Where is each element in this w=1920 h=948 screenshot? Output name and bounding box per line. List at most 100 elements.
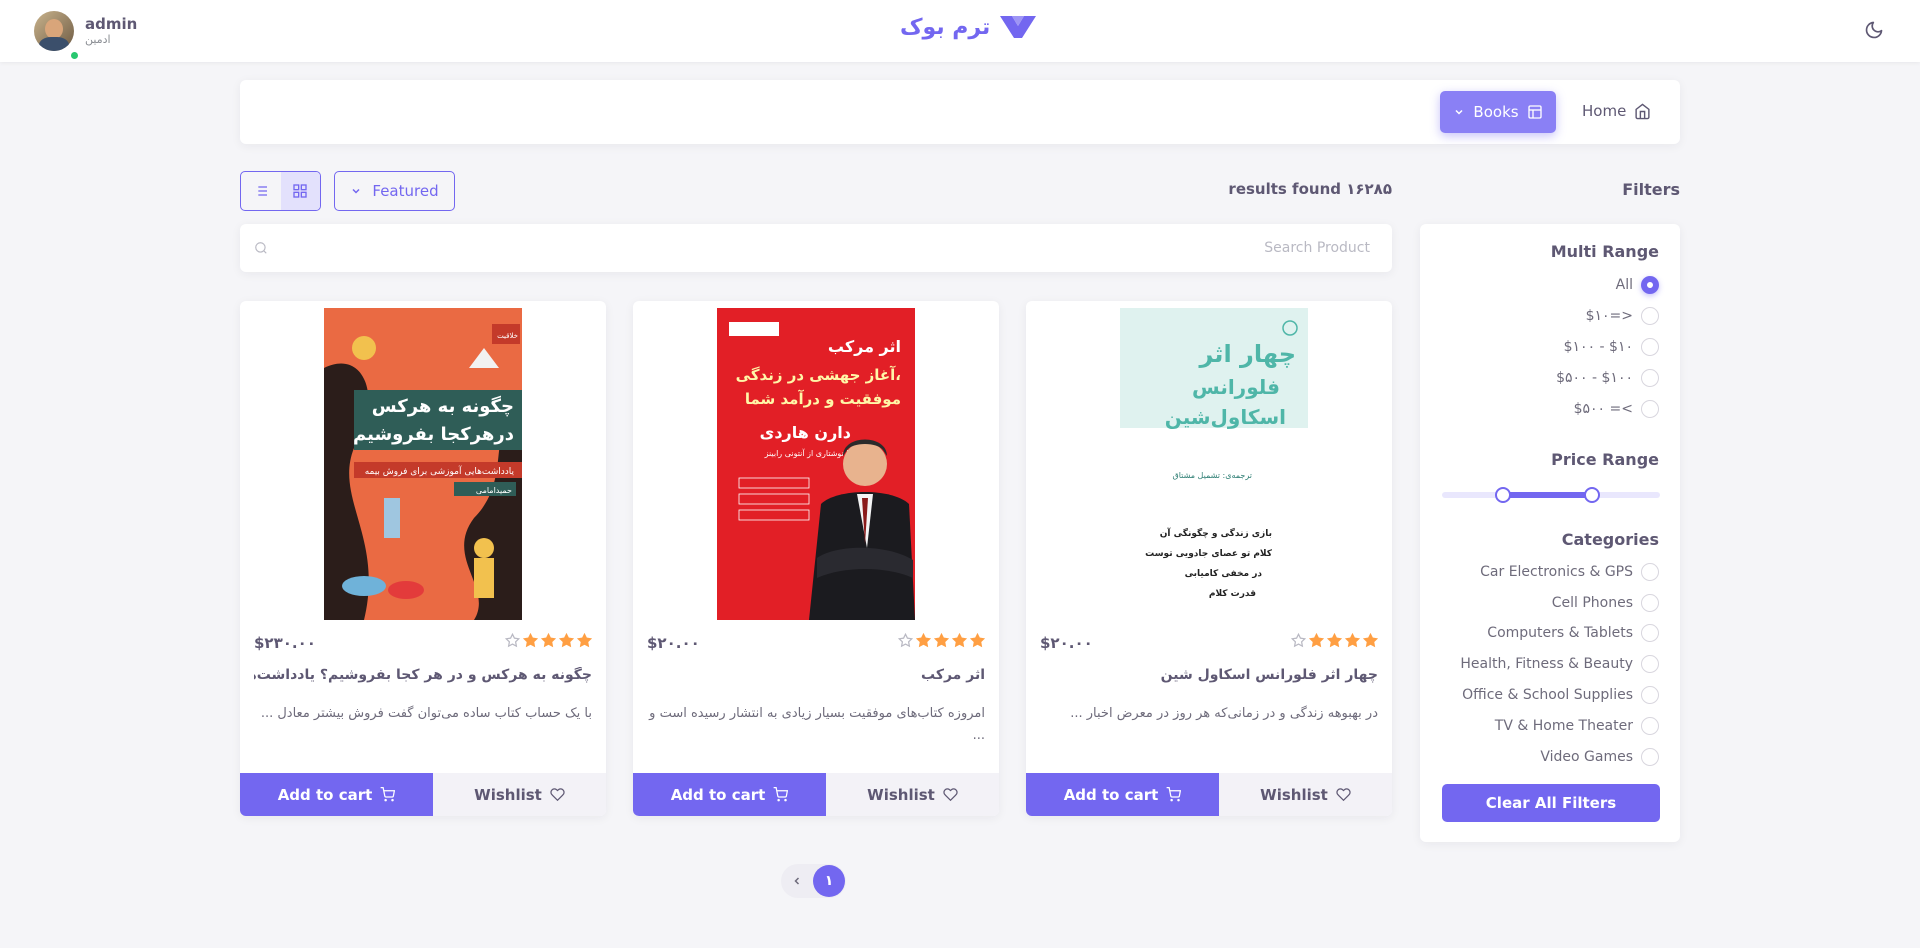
radio[interactable]: [1641, 624, 1659, 642]
category-option[interactable]: TV & Home Theater: [1495, 717, 1659, 735]
breadcrumb-books-label: Books: [1473, 103, 1519, 121]
brand-logo[interactable]: ترم بوک: [900, 14, 1037, 40]
user-menu[interactable]: admin ادمین: [34, 11, 137, 61]
wishlist-label: Wishlist: [1260, 785, 1328, 804]
search-input[interactable]: [280, 224, 1370, 272]
heart-icon: [943, 788, 958, 802]
category-option[interactable]: Health, Fitness & Beauty: [1460, 655, 1659, 673]
results-count: results found ۱۶۲۸۵: [1228, 180, 1392, 198]
wishlist-button[interactable]: Wishlist: [1219, 773, 1392, 816]
product-image[interactable]: اثر مرکب آغاز جهشی در زندگی، موفقیت و در…: [717, 308, 915, 620]
search-bar: [240, 224, 1392, 272]
multi-range-option-all[interactable]: All: [1616, 276, 1659, 294]
add-to-cart-button[interactable]: Add to cart: [240, 773, 433, 816]
star-icon: [1291, 633, 1306, 648]
book-cover-compound-effect: اثر مرکب آغاز جهشی در زندگی، موفقیت و در…: [717, 308, 915, 620]
price-range-fill: [1503, 492, 1593, 498]
category-option[interactable]: Computers & Tablets: [1487, 624, 1659, 642]
category-option[interactable]: Video Games: [1540, 748, 1659, 766]
price-range-max-handle[interactable]: [1584, 487, 1601, 503]
cart-icon: [380, 787, 396, 802]
sort-dropdown[interactable]: Featured: [334, 171, 455, 211]
radio[interactable]: [1641, 400, 1659, 418]
breadcrumb-home-link[interactable]: Home: [1582, 102, 1651, 120]
multi-range-option[interactable]: $۱۰=>: [1586, 307, 1659, 325]
radio[interactable]: [1641, 369, 1659, 387]
chevron-left-icon: [794, 877, 800, 885]
add-to-cart-label: Add to cart: [277, 785, 373, 804]
price-range-slider[interactable]: [1442, 487, 1660, 503]
grid-view-button[interactable]: [280, 172, 320, 210]
category-option[interactable]: Car Electronics & GPS: [1480, 563, 1659, 581]
product-image[interactable]: چهار اثر فلورانس اسکاول‌شین ترجمه‌ی: تشم…: [1110, 308, 1308, 620]
category-option[interactable]: Office & School Supplies: [1462, 686, 1659, 704]
category-label: Car Electronics & GPS: [1480, 564, 1633, 580]
list-view-button[interactable]: [241, 172, 281, 210]
avatar[interactable]: [34, 11, 74, 51]
heart-icon: [1336, 788, 1351, 802]
card-actions: Add to cart Wishlist: [633, 773, 999, 816]
product-image[interactable]: چگونه به هرکس درهرکجا بفروشیم یادداشت‌ها…: [324, 308, 522, 620]
product-price: $۲۳۰.۰۰: [254, 634, 316, 652]
heart-icon: [550, 788, 565, 802]
category-option[interactable]: Cell Phones: [1552, 594, 1659, 612]
price-range-min-handle[interactable]: [1495, 487, 1512, 503]
star-icon: [898, 633, 913, 648]
star-icon: [541, 633, 556, 648]
chevron-down-icon: [1455, 109, 1463, 115]
multi-range-label: $۵۰۰ - $۱۰۰: [1556, 370, 1633, 386]
wishlist-button[interactable]: Wishlist: [433, 773, 606, 816]
multi-range-option[interactable]: $۵۰۰ =<: [1574, 400, 1659, 418]
filters-panel: Multi Range All $۱۰=> $۱۰۰ - $۱۰ $۵۰۰ - …: [1420, 224, 1680, 842]
product-description: امروزه کتاب‌های موفقیت بسیار زیادی به ان…: [649, 706, 985, 743]
product-card[interactable]: چهار اثر فلورانس اسکاول‌شین ترجمه‌ی: تشم…: [1026, 301, 1392, 816]
book-cover-sell: چگونه به هرکس درهرکجا بفروشیم یادداشت‌ها…: [324, 308, 522, 620]
wishlist-label: Wishlist: [867, 785, 935, 804]
multi-range-label: $۱۰۰ - $۱۰: [1563, 339, 1633, 355]
product-title[interactable]: اثر مرکب: [647, 667, 985, 683]
clear-filters-button[interactable]: Clear All Filters: [1442, 784, 1660, 822]
product-card[interactable]: چگونه به هرکس درهرکجا بفروشیم یادداشت‌ها…: [240, 301, 606, 816]
wishlist-label: Wishlist: [474, 785, 542, 804]
previous-page-button[interactable]: [781, 864, 813, 898]
add-to-cart-button[interactable]: Add to cart: [1026, 773, 1219, 816]
wishlist-button[interactable]: Wishlist: [826, 773, 999, 816]
add-to-cart-button[interactable]: Add to cart: [633, 773, 826, 816]
svg-text:بازی زندگی و چگونگی آن: بازی زندگی و چگونگی آن: [1160, 527, 1272, 539]
svg-text:اثر مرکب: اثر مرکب: [828, 337, 901, 356]
star-icon: [505, 633, 520, 648]
multi-range-option[interactable]: $۱۰۰ - $۱۰: [1564, 338, 1659, 356]
radio[interactable]: [1641, 748, 1659, 766]
grid-icon: [293, 184, 307, 198]
radio[interactable]: [1641, 717, 1659, 735]
product-title[interactable]: چهار اثر فلورانس اسکاول شین: [1040, 667, 1378, 683]
radio[interactable]: [1641, 307, 1659, 325]
svg-text:قدرت کلام: قدرت کلام: [1209, 589, 1256, 599]
categories-title: Categories: [1561, 530, 1659, 549]
product-card[interactable]: اثر مرکب آغاز جهشی در زندگی، موفقیت و در…: [633, 301, 999, 816]
radio[interactable]: [1641, 563, 1659, 581]
list-icon: [254, 186, 267, 196]
category-label: Computers & Tablets: [1487, 625, 1633, 641]
radio[interactable]: [1641, 686, 1659, 704]
radio[interactable]: [1641, 594, 1659, 612]
radio[interactable]: [1641, 338, 1659, 356]
page-number-current[interactable]: ۱: [813, 865, 845, 897]
star-icon: [934, 633, 949, 648]
star-rating: [505, 633, 592, 648]
svg-text:ترجمه‌ی: تشمیل مشتاق: ترجمه‌ی: تشمیل مشتاق: [1173, 471, 1252, 480]
multi-range-title: Multi Range: [1550, 242, 1659, 261]
star-icon: [523, 633, 538, 648]
moon-icon[interactable]: [1864, 20, 1884, 40]
breadcrumb-books-button[interactable]: Books: [1440, 91, 1556, 133]
radio-selected[interactable]: [1641, 276, 1659, 294]
radio[interactable]: [1641, 655, 1659, 673]
product-title[interactable]: چگونه به هرکس و در هر کجا بفروشیم؟ یاددا…: [254, 667, 592, 683]
multi-range-option[interactable]: $۵۰۰ - $۱۰۰: [1556, 369, 1659, 387]
product-price: $۲۰.۰۰: [1040, 634, 1093, 652]
star-rating: [898, 633, 985, 648]
search-icon: [255, 242, 267, 254]
svg-text:چگونه به هرکس: چگونه به هرکس: [372, 395, 514, 417]
brand-name: ترم بوک: [900, 14, 991, 40]
logo-icon: [1000, 16, 1037, 38]
